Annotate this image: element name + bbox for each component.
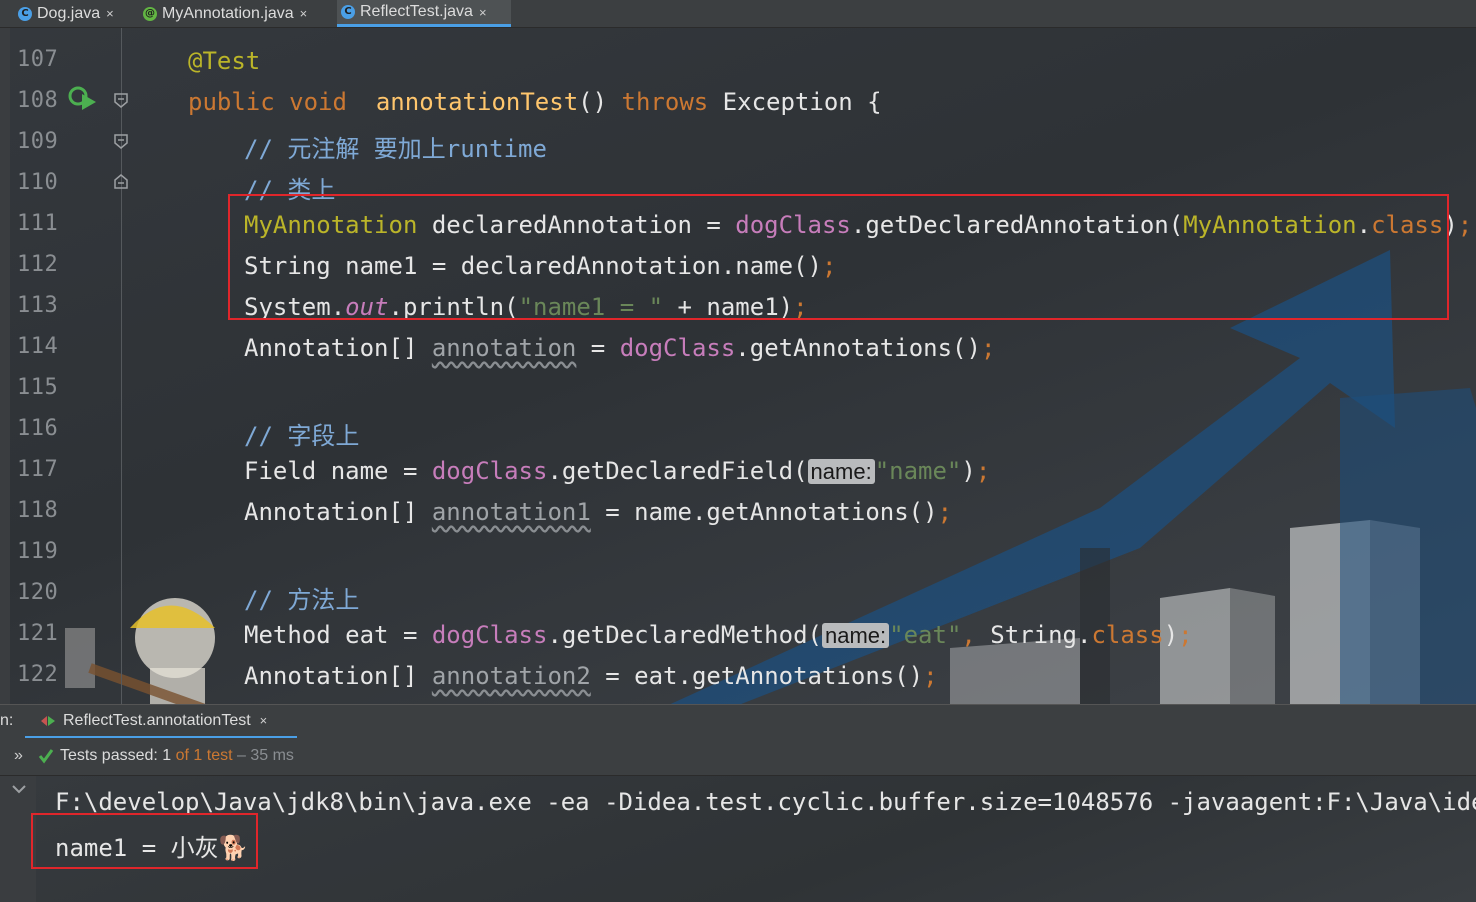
code-line[interactable]: 118 Annotation[] annotation1 = name.getA… xyxy=(0,490,1476,531)
line-number: 115 xyxy=(17,375,59,400)
line-number: 122 xyxy=(17,662,59,687)
code-statement: Annotation[] annotation2 = eat.getAnnota… xyxy=(244,662,938,690)
close-icon[interactable]: × xyxy=(106,6,114,21)
line-number: 119 xyxy=(17,539,59,564)
line-number: 114 xyxy=(17,334,59,359)
code-comment: // 方法上 xyxy=(244,586,360,614)
code-line[interactable]: 120 // 方法上 xyxy=(0,572,1476,614)
code-line[interactable]: 116 // 字段上 xyxy=(0,408,1476,450)
expand-icon[interactable]: » xyxy=(14,747,23,765)
code-comment: // 元注解 要加上runtime xyxy=(244,135,547,163)
code-line[interactable]: 122 Annotation[] annotation2 = eat.getAn… xyxy=(0,654,1476,695)
tab-myannotation-java[interactable]: @ MyAnnotation.java × xyxy=(139,0,335,27)
line-number: 118 xyxy=(17,498,59,523)
class-icon: C xyxy=(18,6,32,21)
test-status-bar: » Tests passed: 1 of 1 test – 35 ms xyxy=(0,738,1476,776)
code-statement: Annotation[] annotation1 = name.getAnnot… xyxy=(244,498,953,526)
console-command-line: F:\develop\Java\jdk8\bin\java.exe -ea -D… xyxy=(55,788,1476,816)
tab-dog-java[interactable]: C Dog.java × xyxy=(14,0,136,27)
tab-label: ReflectTest.java xyxy=(360,3,473,20)
line-number: 109 xyxy=(17,129,59,154)
line-number: 107 xyxy=(17,47,59,72)
close-icon[interactable]: × xyxy=(479,5,487,20)
chevron-down-icon[interactable] xyxy=(11,784,27,794)
code-comment: // 字段上 xyxy=(244,422,360,450)
tab-label: MyAnnotation.java xyxy=(162,4,294,22)
test-annotation: @Test xyxy=(188,47,261,75)
code-line[interactable]: 119 xyxy=(0,531,1476,572)
console-output[interactable]: F:\develop\Java\jdk8\bin\java.exe -ea -D… xyxy=(0,776,1476,902)
code-line[interactable]: 107 @Test xyxy=(0,39,1476,80)
parameter-hint: name: xyxy=(807,459,875,484)
line-number: 111 xyxy=(17,211,59,236)
code-statement: Annotation[] annotation = dogClass.getAn… xyxy=(244,334,996,362)
line-number: 116 xyxy=(17,416,59,441)
code-line[interactable]: 115 xyxy=(0,367,1476,408)
check-icon xyxy=(38,749,54,764)
line-number: 121 xyxy=(17,621,59,646)
test-run-icon xyxy=(41,715,55,726)
method-signature: public void annotationTest() throws Exce… xyxy=(188,88,882,116)
editor-tab-bar: C Dog.java × @ MyAnnotation.java × C Ref… xyxy=(0,0,1476,28)
code-line[interactable]: 121 Method eat = dogClass.getDeclaredMet… xyxy=(0,613,1476,654)
code-line[interactable]: 108 public void annotationTest() throws … xyxy=(0,80,1476,121)
code-editor[interactable]: 107 @Test 108 public void annotationTest… xyxy=(0,28,1476,704)
close-icon[interactable]: × xyxy=(300,6,308,21)
line-number: 112 xyxy=(17,252,59,277)
line-number: 117 xyxy=(17,457,59,482)
tab-reflecttest-java[interactable]: C ReflectTest.java × xyxy=(337,0,511,27)
tab-label: Dog.java xyxy=(37,4,101,22)
class-icon: C xyxy=(341,5,355,19)
line-number: 108 xyxy=(17,88,59,113)
tab-run-configuration[interactable]: ReflectTest.annotationTest × xyxy=(25,705,297,739)
run-label: n: xyxy=(0,712,14,729)
parameter-hint: name: xyxy=(821,623,890,648)
line-number: 110 xyxy=(17,170,59,195)
run-tool-window-header: n: ReflectTest.annotationTest × xyxy=(0,704,1476,740)
line-number: 113 xyxy=(17,293,59,318)
code-statement: Method eat = dogClass.getDeclaredMethod(… xyxy=(244,621,1193,649)
code-line[interactable]: 109 // 元注解 要加上runtime xyxy=(0,121,1476,163)
close-icon[interactable]: × xyxy=(260,713,268,728)
code-statement: Field name = dogClass.getDeclaredField(n… xyxy=(244,457,991,485)
highlight-box xyxy=(31,813,258,869)
line-number: 120 xyxy=(17,580,59,605)
test-status-text: Tests passed: 1 of 1 test – 35 ms xyxy=(60,747,294,764)
annotation-icon: @ xyxy=(143,6,157,21)
highlight-box xyxy=(228,194,1449,320)
code-line[interactable]: 117 Field name = dogClass.getDeclaredFie… xyxy=(0,449,1476,490)
code-line[interactable]: 114 Annotation[] annotation = dogClass.g… xyxy=(0,326,1476,367)
run-tab-label: ReflectTest.annotationTest xyxy=(63,711,251,729)
